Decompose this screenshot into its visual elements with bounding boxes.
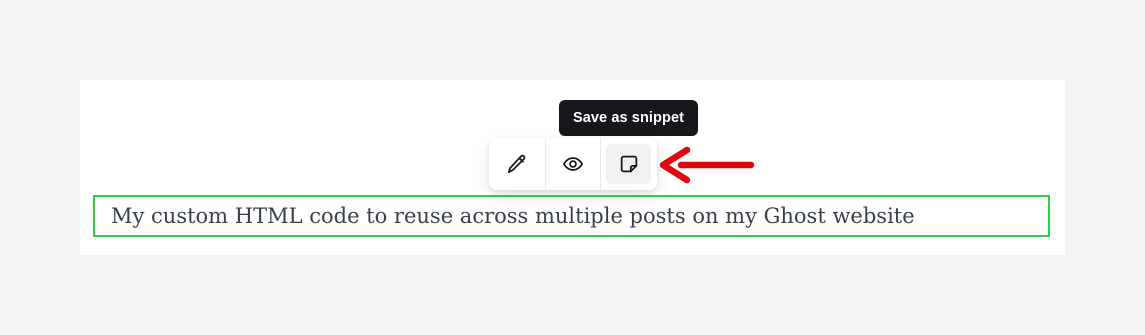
eye-icon (562, 157, 584, 171)
save-as-snippet-button[interactable] (606, 144, 651, 184)
toolbar-divider (600, 138, 602, 190)
snippet-icon (620, 155, 637, 173)
card-toolbar (489, 138, 657, 190)
editor-canvas: Save as snippet My custom HTML code to r… (80, 80, 1065, 255)
annotation-arrow (659, 146, 755, 184)
save-as-snippet-tooltip: Save as snippet (559, 100, 698, 136)
preview-button[interactable] (551, 144, 596, 184)
html-card-content[interactable]: My custom HTML code to reuse across mult… (93, 195, 1050, 237)
pencil-icon (508, 154, 526, 174)
toolbar-divider (544, 138, 546, 190)
edit-button[interactable] (495, 144, 540, 184)
